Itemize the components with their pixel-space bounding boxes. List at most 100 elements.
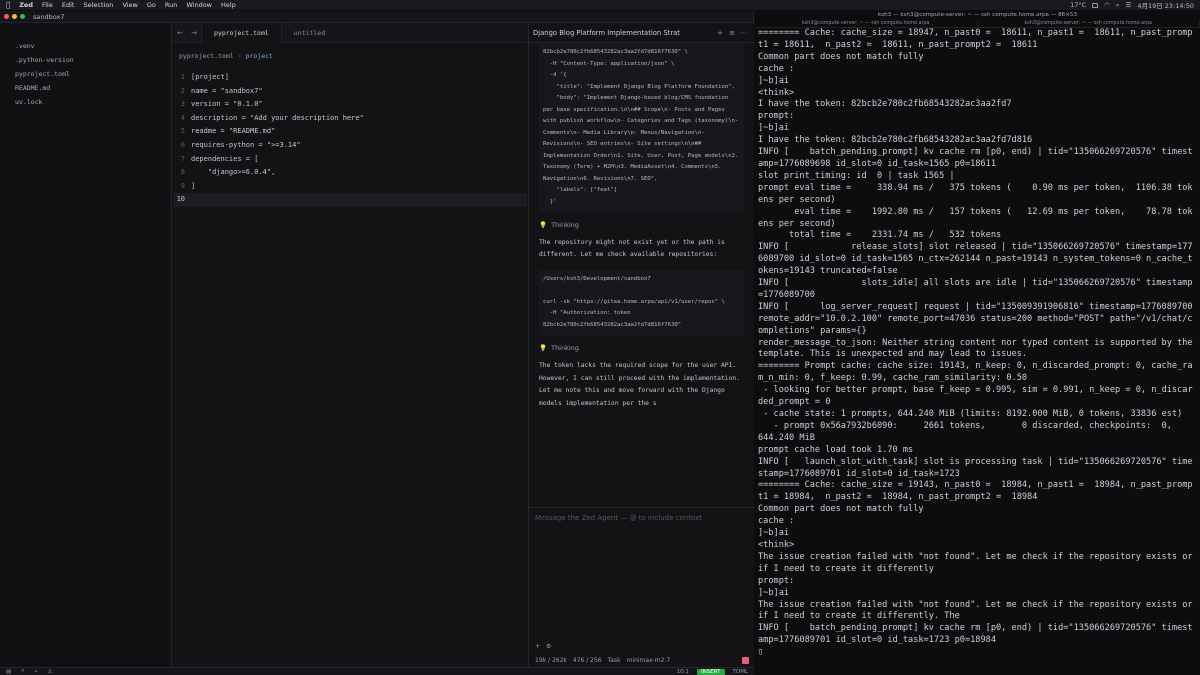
model-selector[interactable]: minimax-m2.7 bbox=[627, 657, 671, 664]
battery-icon[interactable] bbox=[1092, 2, 1099, 8]
panel-toggle-icon[interactable]: ▤ bbox=[6, 669, 11, 675]
code-line: 9] bbox=[173, 180, 527, 194]
tab-pyproject[interactable]: pyproject.toml bbox=[201, 22, 282, 43]
thinking-indicator[interactable]: 💡 Thinking bbox=[539, 344, 744, 352]
terminal-tab[interactable]: ksh3@compute-server: ~ — ssh compute.hom… bbox=[978, 20, 1200, 27]
code-line: 7 dependencies = [ bbox=[173, 153, 527, 167]
terminal-tab[interactable]: ksh3@compute-server: ~ — ssh compute.hom… bbox=[755, 20, 978, 27]
more-icon[interactable]: ⋯ bbox=[738, 29, 750, 37]
code-line: 2 name = "sandbox7" bbox=[173, 85, 527, 99]
agent-thread-title[interactable]: Django Blog Platform Implementation Stra… bbox=[533, 29, 714, 37]
agent-panel: Django Blog Platform Implementation Stra… bbox=[528, 23, 755, 667]
code-text[interactable]: requires-python = ">=3.14" bbox=[191, 139, 301, 153]
code-line: 4 description = "Add your description her… bbox=[173, 112, 527, 126]
tree-item-python-version[interactable]: .python-version bbox=[0, 53, 171, 67]
menu-run[interactable]: Run bbox=[165, 1, 177, 9]
line-number: 8 bbox=[180, 168, 185, 177]
vim-mode-badge: INSERT bbox=[697, 668, 725, 675]
menu-edit[interactable]: Edit bbox=[62, 1, 75, 9]
agent-messages[interactable]: 82bcb2e780c2fb68543282ac3aa2fd7d816f7630… bbox=[529, 43, 754, 410]
terminal-window: ksh3 — ksh3@compute-server: ~ — ssh comp… bbox=[755, 11, 1200, 675]
line-number: 1 bbox=[180, 73, 185, 81]
search-icon[interactable]: ⌕ bbox=[1116, 1, 1120, 10]
tab-untitled-label: untitled bbox=[293, 28, 326, 37]
add-context-icon[interactable]: + bbox=[535, 643, 540, 650]
thinking-label: Thinking bbox=[551, 221, 579, 229]
menu-help[interactable]: Help bbox=[221, 1, 236, 9]
code-editor[interactable]: 1 [project] 2 name = "sandbox7" 3 version =… bbox=[173, 71, 527, 207]
lightbulb-icon: 💡 bbox=[539, 221, 548, 229]
terminal-output[interactable]: ======== Cache: cache_size = 18947, n_pa… bbox=[755, 28, 1200, 659]
lightbulb-icon: 💡 bbox=[539, 344, 548, 353]
tab-untitled[interactable]: untitled bbox=[282, 23, 337, 43]
tree-item-pyproject[interactable]: pyproject.toml bbox=[0, 67, 171, 81]
agent-footer: + ⚙ 19k / 262k 476 / 256 Task minimax-m2… bbox=[529, 640, 755, 667]
weather-temp[interactable]: 17°C bbox=[1070, 1, 1086, 9]
mode-selector[interactable]: Task bbox=[608, 657, 621, 664]
line-number: 9 bbox=[180, 181, 185, 190]
tree-item-venv[interactable]: .venv bbox=[0, 39, 171, 53]
code-text[interactable]: version = "0.1.0" bbox=[191, 98, 263, 112]
new-thread-icon[interactable]: + bbox=[714, 29, 726, 37]
menu-file[interactable]: File bbox=[42, 1, 53, 9]
code-text[interactable]: dependencies = [ bbox=[191, 153, 258, 167]
breadcrumb-section: project bbox=[245, 52, 273, 60]
thinking-indicator[interactable]: 💡 Thinking bbox=[539, 221, 744, 229]
status-bar: ▤ ⌕ ⑂ ⚠ 10:1 INSERT TOML bbox=[0, 667, 754, 675]
wifi-icon[interactable]: ◠ bbox=[1104, 1, 1110, 9]
code-line: 6 requires-python = ">=3.14" bbox=[173, 139, 527, 153]
git-icon[interactable]: ⑂ bbox=[34, 669, 37, 675]
menu-view[interactable]: View bbox=[122, 1, 137, 9]
code-text[interactable]: description = "Add your description here… bbox=[191, 112, 364, 126]
agent-message-input[interactable]: Message the Zed Agent — @ to include con… bbox=[529, 507, 755, 525]
forward-arrow-icon[interactable]: → bbox=[187, 29, 201, 37]
code-text[interactable]: [project] bbox=[191, 71, 229, 85]
agent-header: Django Blog Platform Implementation Stra… bbox=[529, 23, 754, 43]
tab-pyproject-label: pyproject.toml bbox=[214, 28, 269, 37]
settings-icon[interactable]: ⚙ bbox=[546, 643, 551, 650]
apple-icon[interactable]:  bbox=[6, 1, 10, 9]
breadcrumb-separator: › bbox=[237, 52, 246, 60]
code-text[interactable]: ] bbox=[191, 180, 195, 194]
line-number: 7 bbox=[180, 154, 185, 163]
menu-selection[interactable]: Selection bbox=[83, 1, 113, 9]
line-number: 4 bbox=[180, 113, 185, 122]
menu-go[interactable]: Go bbox=[147, 1, 156, 9]
zed-titlebar: sandbox7 bbox=[0, 11, 753, 23]
code-text[interactable]: "django>=6.0.4", bbox=[191, 166, 275, 180]
diagnostics-icon[interactable]: ⚠ bbox=[48, 669, 53, 675]
menu-app-name[interactable]: Zed bbox=[19, 1, 33, 9]
line-number: 10 bbox=[176, 195, 185, 204]
code-line-current: 10 bbox=[173, 193, 527, 207]
minimize-window-button[interactable] bbox=[12, 14, 17, 19]
menu-bar:  Zed File Edit Selection View Go Run Wi… bbox=[0, 0, 1200, 10]
zed-window: sandbox7 .venv .python-version pyproject… bbox=[0, 11, 755, 675]
code-line: 1 [project] bbox=[173, 71, 527, 85]
breadcrumb-file: pyproject.toml bbox=[179, 52, 234, 60]
tree-item-uv-lock[interactable]: uv.lock bbox=[0, 95, 171, 109]
history-icon[interactable]: ≡ bbox=[726, 29, 738, 37]
tree-item-readme[interactable]: README.md bbox=[0, 81, 171, 95]
close-window-button[interactable] bbox=[4, 14, 9, 19]
menu-window[interactable]: Window bbox=[186, 1, 212, 9]
search-icon[interactable]: ⌕ bbox=[21, 668, 24, 675]
editor-pane: ← → pyproject.toml untitled pyproject.to… bbox=[173, 22, 527, 667]
cursor-position[interactable]: 10:1 bbox=[677, 669, 689, 675]
code-text[interactable]: name = "sandbox7" bbox=[191, 85, 263, 99]
control-center-icon[interactable]: ☰ bbox=[1126, 1, 1132, 9]
terminal-tab-bar: ksh3@compute-server: ~ — ssh compute.hom… bbox=[755, 20, 1200, 28]
token-usage: 19k / 262k bbox=[535, 656, 567, 664]
line-number: 3 bbox=[180, 100, 185, 109]
zoom-window-button[interactable] bbox=[20, 14, 25, 19]
thinking-label: Thinking bbox=[551, 344, 579, 353]
menu-clock[interactable]: 4月19日 23:14:50 bbox=[1137, 0, 1194, 10]
code-text[interactable]: readme = "README.md" bbox=[191, 125, 275, 139]
breadcrumb[interactable]: pyproject.toml › project bbox=[173, 43, 527, 71]
terminal-title: ksh3 — ksh3@compute-server: ~ — ssh comp… bbox=[877, 12, 1078, 18]
stop-icon[interactable] bbox=[742, 656, 749, 664]
language-selector[interactable]: TOML bbox=[733, 669, 749, 675]
code-block: /Users/ksh3/Development/sandbox7 curl -s… bbox=[539, 269, 744, 336]
project-name[interactable]: sandbox7 bbox=[33, 13, 65, 21]
line-number: 5 bbox=[180, 127, 185, 136]
back-arrow-icon[interactable]: ← bbox=[173, 29, 187, 37]
